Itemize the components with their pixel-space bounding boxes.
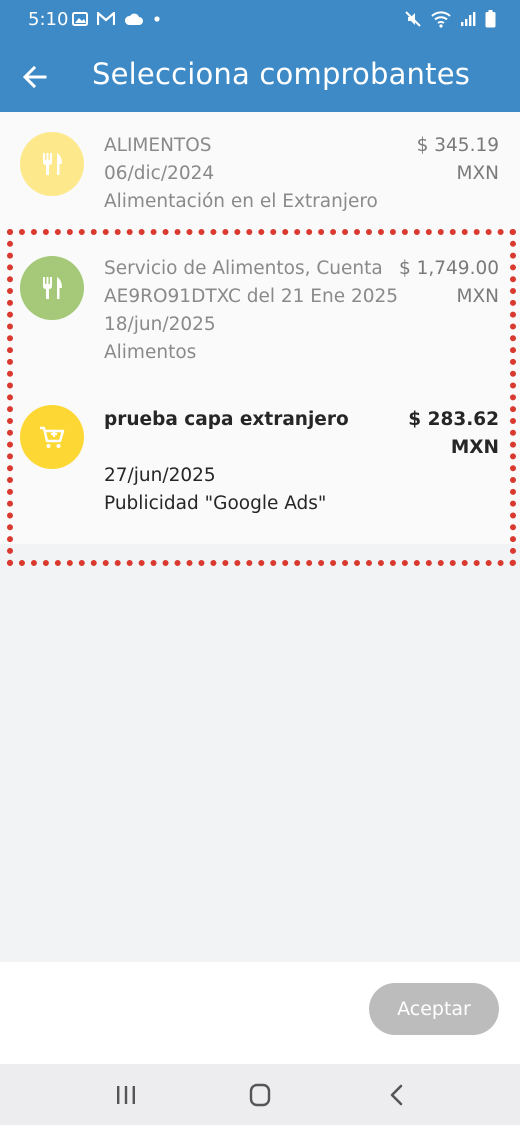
image-icon — [72, 12, 88, 26]
receipt-category: Alimentos — [104, 342, 197, 363]
arrow-left-icon[interactable] — [20, 62, 50, 92]
receipt-currency: MXN — [456, 163, 499, 184]
receipt-title-line-2: AE9RO91DTXC del 21 Ene 2025 — [104, 286, 399, 307]
receipt-avatar — [20, 256, 84, 320]
home-icon[interactable] — [245, 1081, 275, 1109]
gmail-icon — [97, 12, 115, 25]
status-bar: 5:10 — [0, 0, 520, 40]
receipt-amount: $ 1,749.00 — [398, 258, 499, 279]
footer: Aceptar — [0, 962, 520, 1064]
receipt-item[interactable]: ALIMENTOS 06/dic/2024 Alimentación en el… — [0, 112, 520, 224]
cart-icon — [40, 426, 65, 448]
receipt-category: Publicidad "Google Ads" — [104, 493, 327, 514]
wifi-icon — [431, 11, 451, 28]
receipt-amount: $ 283.62 — [408, 409, 499, 430]
receipt-date: 06/dic/2024 — [104, 163, 215, 184]
receipt-avatar — [20, 132, 84, 196]
battery-icon — [485, 10, 496, 28]
recents-icon[interactable] — [111, 1081, 141, 1109]
receipt-title: ALIMENTOS — [104, 135, 212, 156]
status-time: 5:10 — [28, 9, 69, 30]
receipt-item[interactable]: Servicio de Alimentos, Cuenta AE9RO91DTX… — [0, 236, 520, 376]
fork-knife-icon — [43, 277, 62, 299]
receipt-list: ALIMENTOS 06/dic/2024 Alimentación en el… — [0, 112, 520, 544]
receipt-category: Alimentación en el Extranjero — [104, 191, 378, 212]
receipt-avatar — [20, 405, 84, 469]
navigation-bar — [0, 1064, 520, 1125]
app-bar: Selecciona comprobantes — [0, 40, 520, 112]
receipt-title-line-1: Servicio de Alimentos, Cuenta — [104, 258, 383, 279]
back-icon[interactable] — [382, 1081, 412, 1109]
cloud-icon — [124, 13, 143, 25]
receipt-currency: MXN — [456, 286, 499, 307]
receipt-amount: $ 345.19 — [416, 135, 499, 156]
receipt-date: 18/jun/2025 — [104, 314, 216, 335]
mute-icon — [405, 11, 421, 27]
receipt-item[interactable]: prueba capa extranjero 27/jun/2025 Publi… — [0, 398, 520, 528]
receipt-title: prueba capa extranjero — [104, 409, 349, 430]
receipt-currency: MXN — [450, 437, 499, 458]
signal-icon — [461, 12, 476, 26]
dot-icon — [154, 16, 160, 22]
fork-knife-icon — [43, 153, 62, 175]
page-title: Selecciona comprobantes — [92, 57, 471, 91]
receipt-date: 27/jun/2025 — [104, 465, 216, 486]
accept-button[interactable]: Aceptar — [369, 983, 499, 1035]
